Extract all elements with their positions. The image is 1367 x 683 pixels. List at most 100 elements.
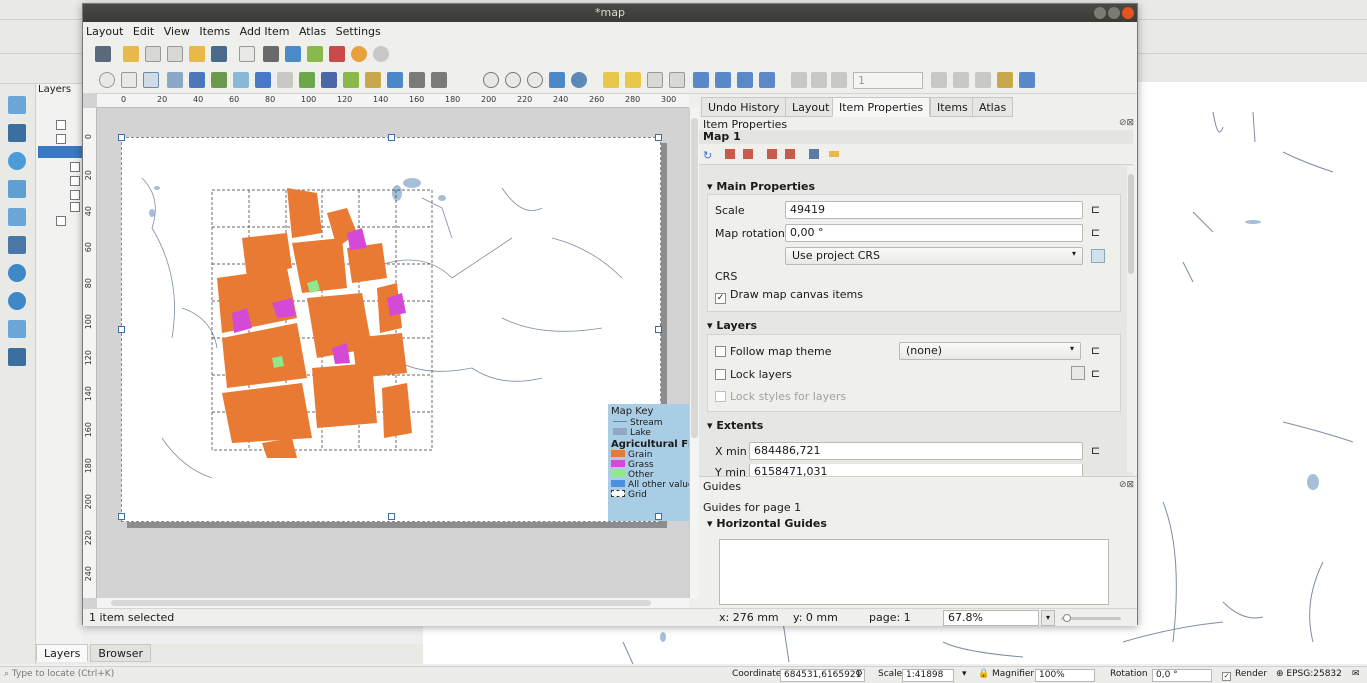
add-wcs-icon[interactable] — [8, 292, 26, 310]
horizontal-guides-header[interactable]: ▾ Horizontal Guides — [707, 517, 827, 530]
crs-selector-icon[interactable] — [1091, 249, 1105, 263]
add-arrow-icon[interactable] — [365, 72, 381, 88]
add-raster-icon[interactable] — [8, 124, 26, 142]
resize-handle[interactable] — [118, 326, 125, 333]
atlas-last-icon[interactable] — [953, 72, 969, 88]
atlas-print-icon[interactable] — [975, 72, 991, 88]
align-icon[interactable] — [715, 72, 731, 88]
page-setup-icon[interactable] — [239, 46, 255, 62]
menu-atlas[interactable]: Atlas — [296, 22, 329, 41]
zoom-in-icon[interactable] — [483, 72, 499, 88]
menu-items[interactable]: Items — [196, 22, 233, 41]
atlas-export-icon[interactable] — [997, 72, 1013, 88]
scroll-thumb[interactable] — [111, 600, 651, 606]
layer-checkbox[interactable] — [70, 190, 80, 200]
data-defined-icon[interactable]: ⊏ — [1091, 226, 1100, 239]
data-defined-icon[interactable]: ⊏ — [1091, 444, 1100, 457]
layer-checkbox[interactable] — [56, 120, 66, 130]
resize-handle[interactable] — [118, 513, 125, 520]
xmin-input[interactable]: 684486,721 — [749, 442, 1083, 460]
ymin-input[interactable]: 6158471,031 — [749, 464, 1083, 476]
view-extent-icon[interactable] — [743, 149, 753, 159]
map-legend[interactable]: Map Key Stream Lake Agricultural Fields … — [608, 404, 715, 521]
add-shape-icon[interactable] — [343, 72, 359, 88]
add-table-icon[interactable] — [431, 72, 447, 88]
properties-scrollbar[interactable] — [1127, 166, 1135, 472]
zoom-slider[interactable] — [1061, 614, 1121, 622]
data-defined-icon[interactable]: ⊏ — [1091, 203, 1100, 216]
set-scale-icon[interactable] — [767, 149, 777, 159]
rotation-input[interactable]: 0,0 ° — [1152, 669, 1212, 682]
tab-layout[interactable]: Layout — [785, 97, 837, 117]
open-template-icon[interactable] — [189, 46, 205, 62]
data-defined-icon[interactable]: ⊏ — [1091, 344, 1100, 357]
add-scalebar-icon[interactable] — [321, 72, 337, 88]
move-content-icon[interactable] — [809, 149, 819, 159]
zoom-dropdown-icon[interactable]: ▾ — [1041, 610, 1055, 626]
unlock-items-icon[interactable] — [625, 72, 641, 88]
label-settings-icon[interactable] — [829, 151, 839, 157]
zoom-input[interactable]: 67.8% — [943, 610, 1039, 626]
raise-icon[interactable] — [693, 72, 709, 88]
refresh-icon[interactable]: ↻ — [703, 149, 719, 163]
extents-group-header[interactable]: ▾ Extents — [707, 419, 763, 432]
close-button[interactable] — [1122, 7, 1134, 19]
save-icon[interactable] — [95, 46, 111, 62]
ungroup-icon[interactable] — [669, 72, 685, 88]
add-legend-icon[interactable] — [299, 72, 315, 88]
layer-checkbox[interactable] — [56, 134, 66, 144]
add-picture-icon[interactable] — [255, 72, 271, 88]
tab-atlas[interactable]: Atlas — [972, 97, 1014, 117]
zoom-100-icon[interactable] — [527, 72, 543, 88]
tab-undo-history[interactable]: Undo History — [701, 97, 787, 117]
resize-handle[interactable] — [118, 134, 125, 141]
atlas-preview-icon[interactable] — [791, 72, 807, 88]
add-csv-icon[interactable] — [8, 320, 26, 338]
coordinate-input[interactable]: 684531,6165921 — [780, 669, 866, 682]
atlas-page-input[interactable]: 1 — [853, 72, 923, 89]
lock-layers-checkbox[interactable]: Lock layers — [715, 368, 792, 381]
add-map-icon[interactable] — [211, 72, 227, 88]
crs-button[interactable]: ⊕ EPSG:25832 — [1276, 669, 1342, 679]
add-label-icon[interactable] — [277, 72, 293, 88]
add-wms-icon[interactable] — [8, 236, 26, 254]
lock-layers-icon[interactable] — [1071, 366, 1085, 380]
resize-handle[interactable] — [655, 513, 662, 520]
atlas-next-icon[interactable] — [931, 72, 947, 88]
distribute-icon[interactable] — [737, 72, 753, 88]
layer-checkbox[interactable] — [56, 216, 66, 226]
redo-icon[interactable] — [373, 46, 389, 62]
lock-items-icon[interactable] — [603, 72, 619, 88]
group-icon[interactable] — [647, 72, 663, 88]
zoom-full-icon[interactable] — [549, 72, 565, 88]
save-template-icon[interactable] — [211, 46, 227, 62]
select-icon[interactable] — [143, 72, 159, 88]
print-icon[interactable] — [263, 46, 279, 62]
edit-nodes-icon[interactable] — [189, 72, 205, 88]
add-polygon-item-icon[interactable] — [387, 72, 403, 88]
layout-page[interactable]: Map Key Stream Lake Agricultural Fields … — [118, 134, 715, 523]
menu-settings[interactable]: Settings — [333, 22, 384, 41]
zoom-out-icon[interactable] — [505, 72, 521, 88]
layer-checkbox[interactable] — [70, 176, 80, 186]
resize-handle[interactable] — [388, 513, 395, 520]
export-image-icon[interactable] — [285, 46, 301, 62]
dock-float-close-icon[interactable]: ⊘⊠ — [1119, 118, 1134, 128]
horizontal-guides-list[interactable] — [719, 539, 1109, 605]
layout-manager-icon[interactable] — [167, 46, 183, 62]
lock-icon[interactable]: 🔒 — [978, 669, 989, 679]
render-checkbox[interactable]: ✓ Render — [1222, 669, 1267, 681]
crs-select[interactable]: Use project CRS ▾ — [785, 247, 1083, 265]
atlas-first-icon[interactable] — [811, 72, 827, 88]
refresh-icon[interactable] — [571, 72, 587, 88]
atlas-prev-icon[interactable] — [831, 72, 847, 88]
menu-view[interactable]: View — [161, 22, 193, 41]
view-scale-icon[interactable] — [785, 149, 795, 159]
duplicate-icon[interactable] — [145, 46, 161, 62]
map-item[interactable] — [122, 138, 662, 523]
extents-toggle-icon[interactable]: ⚙ — [855, 669, 863, 679]
menu-layout[interactable]: Layout — [83, 22, 126, 41]
layers-group-header[interactable]: ▾ Layers — [707, 319, 757, 332]
map-rotation-input[interactable]: 0,00 ° — [785, 224, 1083, 242]
magnifier-input[interactable]: 100% — [1035, 669, 1095, 682]
